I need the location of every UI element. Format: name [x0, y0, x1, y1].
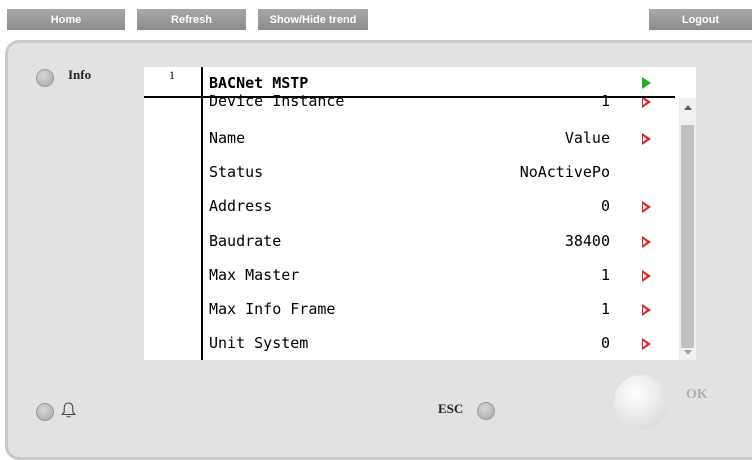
- green-triangle-icon[interactable]: [642, 77, 651, 89]
- info-label: Info: [68, 67, 92, 82]
- screen-vertical-divider: [201, 67, 203, 360]
- bell-icon[interactable]: [60, 401, 77, 419]
- row-value: Value: [564, 129, 610, 147]
- row-value: 0: [600, 334, 610, 352]
- row-value: 1: [600, 92, 610, 110]
- alarm-led-button[interactable]: [36, 403, 54, 421]
- row-label: Address: [209, 197, 273, 215]
- lcd-screen: 1 BACNet MSTP Device Instance 1 Name Value S…: [144, 67, 696, 360]
- row-label: Baudrate: [209, 232, 282, 250]
- red-triangle-icon[interactable]: [642, 133, 651, 145]
- row-value: NoActivePo: [519, 163, 610, 181]
- red-triangle-icon[interactable]: [642, 304, 651, 316]
- esc-button[interactable]: [477, 402, 495, 420]
- ok-knob[interactable]: [614, 375, 668, 429]
- row-value: 1: [600, 300, 610, 318]
- show-hide-trend-button[interactable]: Show/Hide trend: [258, 9, 368, 30]
- row-label: Status: [209, 163, 264, 181]
- row-label: Unit System: [209, 334, 309, 352]
- scroll-up-icon[interactable]: [684, 105, 692, 110]
- red-triangle-icon[interactable]: [642, 201, 651, 213]
- home-button[interactable]: Home: [7, 9, 125, 30]
- ok-label: OK: [686, 387, 708, 402]
- scroll-down-icon[interactable]: [684, 350, 692, 355]
- refresh-button[interactable]: Refresh: [137, 9, 246, 30]
- esc-label: ESC: [438, 401, 464, 416]
- screen-title: BACNet MSTP: [209, 74, 309, 92]
- row-value: 0: [600, 197, 610, 215]
- row-value: 1: [600, 266, 610, 284]
- row-label: Max Master: [209, 266, 300, 284]
- red-triangle-icon[interactable]: [642, 338, 651, 350]
- page-number: 1: [169, 68, 175, 82]
- row-value: 38400: [564, 232, 610, 250]
- scrollbar-thumb[interactable]: [681, 125, 694, 348]
- title-divider: [144, 96, 675, 98]
- info-led-button[interactable]: [36, 69, 54, 87]
- red-triangle-icon[interactable]: [642, 270, 651, 282]
- row-label: Max Info Frame: [209, 300, 336, 318]
- row-label: Device Instance: [209, 92, 345, 110]
- logout-button[interactable]: Logout: [649, 9, 752, 30]
- red-triangle-icon[interactable]: [642, 236, 651, 248]
- row-label: Name: [209, 129, 246, 147]
